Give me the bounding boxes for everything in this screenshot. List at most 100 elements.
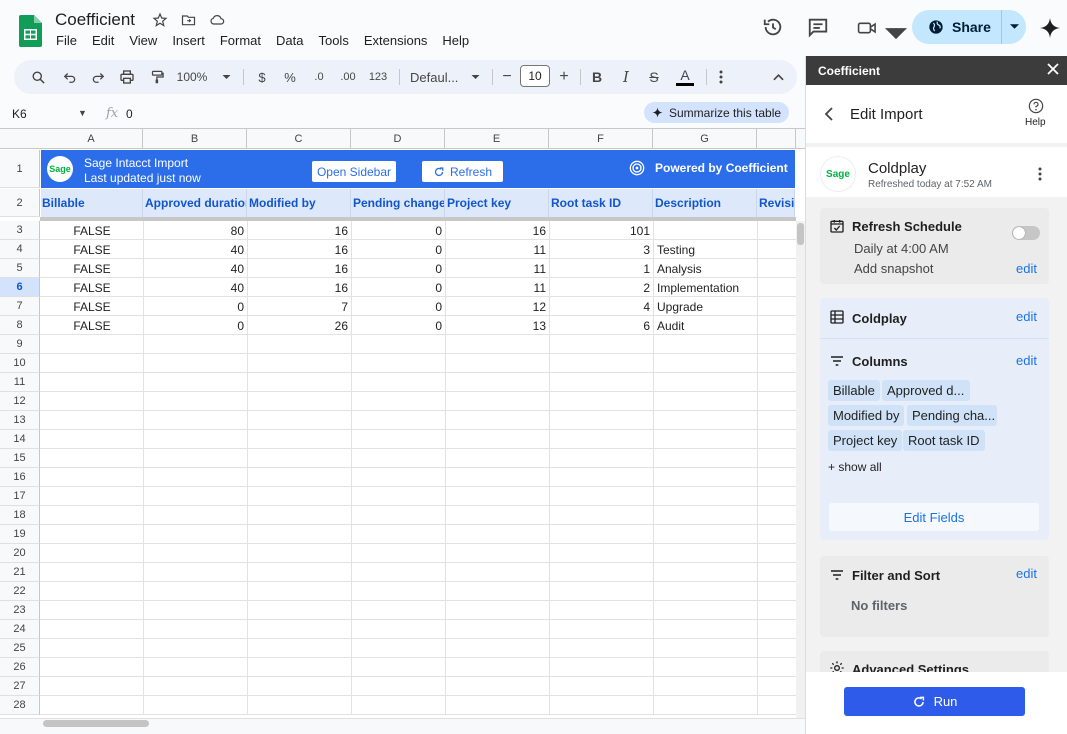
table-cell[interactable]: 3 (550, 240, 653, 259)
table-cell[interactable]: 0 (352, 259, 445, 278)
meet-icon[interactable] (857, 17, 879, 39)
table-cell[interactable]: 80 (144, 221, 247, 240)
vertical-scroll-thumb[interactable] (797, 223, 804, 245)
menu-edit[interactable]: Edit (92, 33, 114, 48)
table-cell[interactable]: 0 (352, 278, 445, 297)
table-cell[interactable]: 4 (550, 297, 653, 316)
table-cell[interactable]: Implementation (654, 278, 757, 297)
sheets-logo-icon[interactable] (19, 15, 42, 47)
refresh-schedule-edit-link[interactable]: edit (1016, 261, 1037, 276)
more-formats-button[interactable]: 123 (367, 60, 389, 94)
table-cell[interactable]: 0 (144, 316, 247, 335)
row-header-25[interactable]: 25 (0, 639, 40, 658)
row-header-22[interactable]: 22 (0, 582, 40, 601)
column-header-a[interactable]: A (40, 129, 143, 149)
table-cell[interactable]: 13 (446, 316, 549, 335)
print-icon[interactable] (116, 60, 138, 94)
table-cell[interactable]: 101 (550, 221, 653, 240)
star-icon[interactable] (152, 12, 170, 30)
back-arrow-icon[interactable] (824, 107, 834, 121)
strikethrough-button[interactable]: S (647, 60, 661, 94)
help-icon[interactable] (1028, 98, 1044, 114)
row-header-10[interactable]: 10 (0, 354, 40, 373)
table-cell[interactable]: 40 (144, 259, 247, 278)
header-cell[interactable]: Modified by (247, 189, 351, 217)
row-header-21[interactable]: 21 (0, 563, 40, 582)
search-menus-icon[interactable] (28, 60, 48, 94)
run-button[interactable]: Run (844, 687, 1025, 716)
table-cell[interactable]: FALSE (41, 316, 143, 335)
table-cell[interactable]: 2 (550, 278, 653, 297)
table-cell[interactable]: 0 (352, 221, 445, 240)
meet-caret-icon[interactable] (885, 24, 907, 46)
refresh-schedule-toggle[interactable] (1012, 226, 1040, 240)
table-cell[interactable]: 0 (352, 316, 445, 335)
table-cell[interactable]: Audit (654, 316, 757, 335)
name-box[interactable]: K6 (12, 107, 27, 121)
header-cell[interactable]: Description (653, 189, 757, 217)
table-cell[interactable]: 16 (248, 278, 351, 297)
paint-format-icon[interactable] (146, 60, 168, 94)
row-header-20[interactable]: 20 (0, 544, 40, 563)
table-cell[interactable]: 6 (550, 316, 653, 335)
header-cell[interactable]: Billable (40, 189, 143, 217)
row-header-18[interactable]: 18 (0, 506, 40, 525)
row-header-4[interactable]: 4 (0, 240, 40, 259)
table-cell[interactable]: 40 (144, 278, 247, 297)
row-header-7[interactable]: 7 (0, 297, 40, 316)
currency-format-button[interactable]: $ (254, 60, 270, 94)
open-sidebar-button[interactable]: Open Sidebar (312, 161, 396, 182)
table-cell[interactable]: FALSE (41, 240, 143, 259)
header-cell[interactable]: Approved duration (143, 189, 247, 217)
filter-sort-edit-link[interactable]: edit (1016, 566, 1037, 581)
collapse-toolbar-icon[interactable] (770, 60, 786, 94)
edit-fields-button[interactable]: Edit Fields (829, 503, 1039, 531)
row-header-15[interactable]: 15 (0, 449, 40, 468)
gemini-icon[interactable] (1039, 17, 1061, 39)
row-header-27[interactable]: 27 (0, 677, 40, 696)
table-cell[interactable]: 0 (352, 297, 445, 316)
zoom-select[interactable]: 100% (174, 60, 210, 94)
header-cell[interactable]: Revisio (757, 189, 795, 217)
kebab-menu-icon[interactable] (1038, 167, 1042, 181)
row-header-11[interactable]: 11 (0, 373, 40, 392)
share-button[interactable]: Share (912, 10, 1026, 44)
decrease-decimal-button[interactable]: .0 (309, 60, 329, 94)
vertical-scrollbar[interactable] (796, 221, 805, 718)
italic-button[interactable]: I (619, 60, 633, 94)
header-cell[interactable]: Project key (445, 189, 549, 217)
row-header-6[interactable]: 6 (0, 278, 40, 297)
columns-edit-link[interactable]: edit (1016, 353, 1037, 368)
row-header-13[interactable]: 13 (0, 411, 40, 430)
summarize-table-button[interactable]: Summarize this table (644, 102, 789, 123)
table-cell[interactable]: 16 (248, 240, 351, 259)
header-cell[interactable]: Pending change (351, 189, 445, 217)
row-header-1[interactable]: 1 (0, 150, 40, 188)
menu-help[interactable]: Help (442, 33, 469, 48)
row-header-9[interactable]: 9 (0, 335, 40, 354)
menu-insert[interactable]: Insert (172, 33, 205, 48)
row-header-17[interactable]: 17 (0, 487, 40, 506)
row-header-5[interactable]: 5 (0, 259, 40, 278)
font-caret-icon[interactable] (468, 60, 482, 94)
table-cell[interactable]: FALSE (41, 297, 143, 316)
undo-icon[interactable] (60, 60, 80, 94)
cloud-status-icon[interactable] (208, 12, 226, 30)
column-header-f[interactable]: F (549, 129, 653, 149)
table-cell[interactable]: 40 (144, 240, 247, 259)
table-cell[interactable]: FALSE (41, 221, 143, 240)
table-cell[interactable]: 7 (248, 297, 351, 316)
column-header-e[interactable]: E (445, 129, 549, 149)
row-header-24[interactable]: 24 (0, 620, 40, 639)
table-cell[interactable]: Testing (654, 240, 757, 259)
share-dropdown[interactable] (1002, 10, 1026, 44)
increase-decimal-button[interactable]: .00 (336, 60, 360, 94)
table-cell[interactable]: 12 (446, 297, 549, 316)
name-box-caret-icon[interactable]: ▼ (78, 108, 87, 118)
row-header-16[interactable]: 16 (0, 468, 40, 487)
font-select[interactable]: Defaul... (410, 60, 462, 94)
font-size-input[interactable]: 10 (520, 65, 550, 87)
row-header-8[interactable]: 8 (0, 316, 40, 335)
comments-icon[interactable] (807, 16, 829, 38)
table-cell[interactable]: 1 (550, 259, 653, 278)
